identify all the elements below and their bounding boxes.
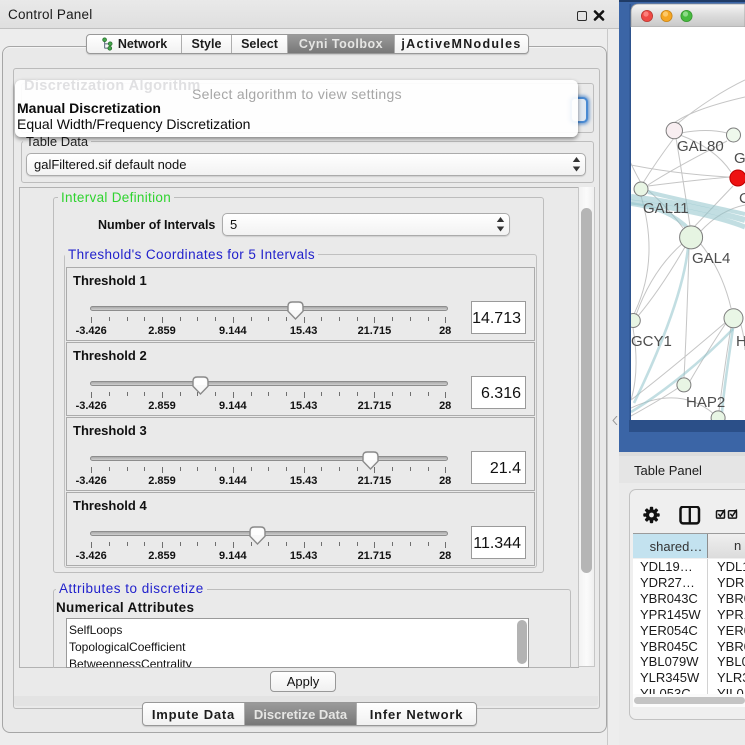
svg-text:GA: GA bbox=[734, 150, 745, 167]
svg-text:H: H bbox=[736, 333, 745, 350]
svg-text:GAL80: GAL80 bbox=[677, 138, 724, 155]
svg-text:GAL11: GAL11 bbox=[643, 200, 689, 217]
svg-text:GAL4: GAL4 bbox=[692, 250, 730, 267]
svg-text:C: C bbox=[739, 190, 745, 207]
svg-text:HAP2: HAP2 bbox=[686, 394, 725, 411]
svg-text:GCY1: GCY1 bbox=[631, 333, 672, 350]
